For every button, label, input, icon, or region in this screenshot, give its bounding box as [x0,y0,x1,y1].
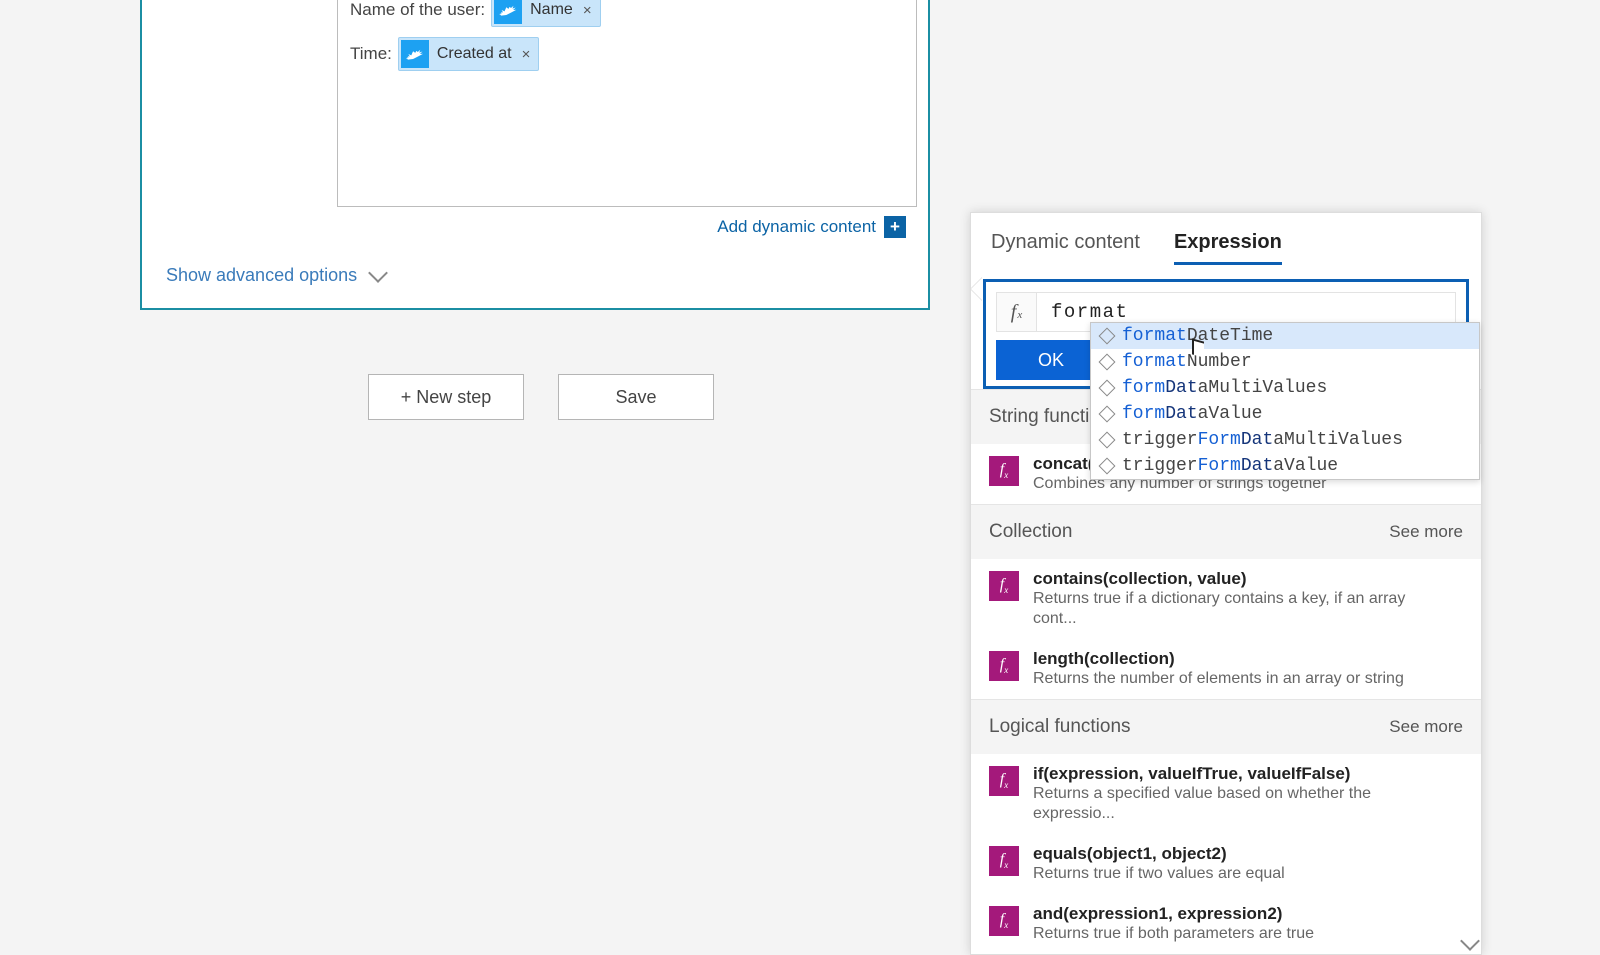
token-name[interactable]: Name × [491,0,600,27]
function-signature: and(expression1, expression2) [1033,904,1314,924]
function-section: Logical functions See more fx if(expression… [971,699,1481,954]
function-description: Returns the number of elements in an arr… [1033,669,1404,689]
field-label: Name of the user: [350,0,485,20]
token-label: Created at [437,45,512,63]
autocomplete-item[interactable]: triggerFormDataValue [1091,453,1479,479]
twitter-icon [494,0,522,24]
remove-token-icon[interactable]: × [583,2,592,19]
function-signature: length(collection) [1033,649,1404,669]
autocomplete-item[interactable]: formDataValue [1091,401,1479,427]
field-label: Time: [350,44,392,64]
remove-token-icon[interactable]: × [522,46,531,63]
function-description: Returns true if a dictionary contains a … [1033,589,1453,629]
function-item[interactable]: fx and(expression1, expression2)Returns t… [971,894,1481,954]
autocomplete-item[interactable]: formDataMultiValues [1091,375,1479,401]
section-header: Logical functions See more [971,700,1481,754]
function-item[interactable]: fx length(collection)Returns the number o… [971,639,1481,699]
fx-badge-icon: fx [989,456,1019,486]
function-description: Returns a specified value based on wheth… [1033,784,1453,824]
fx-badge-icon: fx [989,571,1019,601]
autocomplete-item[interactable]: formatDateTime [1091,323,1479,349]
function-item[interactable]: fx if(expression, valueIfTrue, valueIfFal… [971,754,1481,834]
fx-icon: fx [997,293,1037,331]
cube-icon [1099,354,1116,371]
show-advanced-options-link[interactable]: Show advanced options [166,265,385,286]
chevron-down-icon [368,263,388,283]
fx-badge-icon: fx [989,766,1019,796]
function-signature: equals(object1, object2) [1033,844,1285,864]
token-created-at[interactable]: Created at × [398,37,539,71]
function-item[interactable]: fx equals(object1, object2)Returns true i… [971,834,1481,894]
new-step-button[interactable]: + New step [368,374,524,420]
autocomplete-item[interactable]: triggerFormDataMultiValues [1091,427,1479,453]
see-more-link[interactable]: See more [1389,717,1463,737]
function-signature: contains(collection, value) [1033,569,1453,589]
function-signature: if(expression, valueIfTrue, valueIfFalse… [1033,764,1453,784]
save-button[interactable]: Save [558,374,714,420]
field-row-user: Name of the user: Name × [350,0,904,27]
function-description: Returns true if two values are equal [1033,864,1285,884]
section-title: Collection [989,521,1072,543]
see-more-link[interactable]: See more [1389,522,1463,542]
action-card: Name of the user: Name × Time: Created a… [140,0,930,310]
fx-badge-icon: fx [989,846,1019,876]
function-section: Collection See more fx contains(collection,… [971,504,1481,699]
function-item[interactable]: fx contains(collection, value)Returns tru… [971,559,1481,639]
section-header: Collection See more [971,505,1481,559]
cube-icon [1099,380,1116,397]
fx-badge-icon: fx [989,906,1019,936]
cube-icon [1099,406,1116,423]
popup-tabs: Dynamic content Expression [971,213,1481,275]
autocomplete-dropdown: formatDateTimeformatNumberformDataMultiV… [1090,322,1480,480]
plus-icon: + [884,216,906,238]
body-textarea[interactable]: Name of the user: Name × Time: Created a… [337,0,917,207]
token-label: Name [530,1,573,19]
field-row-time: Time: Created at × [350,37,904,71]
add-dynamic-content-link[interactable]: Add dynamic content + [717,216,906,238]
autocomplete-item[interactable]: formatNumber [1091,349,1479,375]
section-title: Logical functions [989,716,1131,738]
cube-icon [1099,432,1116,449]
tab-dynamic-content[interactable]: Dynamic content [991,231,1140,265]
function-description: Returns true if both parameters are true [1033,924,1314,944]
fx-badge-icon: fx [989,651,1019,681]
tab-expression[interactable]: Expression [1174,231,1282,265]
cube-icon [1099,458,1116,475]
cube-icon [1099,328,1116,345]
button-row: + New step Save [368,374,714,420]
twitter-icon [401,40,429,68]
